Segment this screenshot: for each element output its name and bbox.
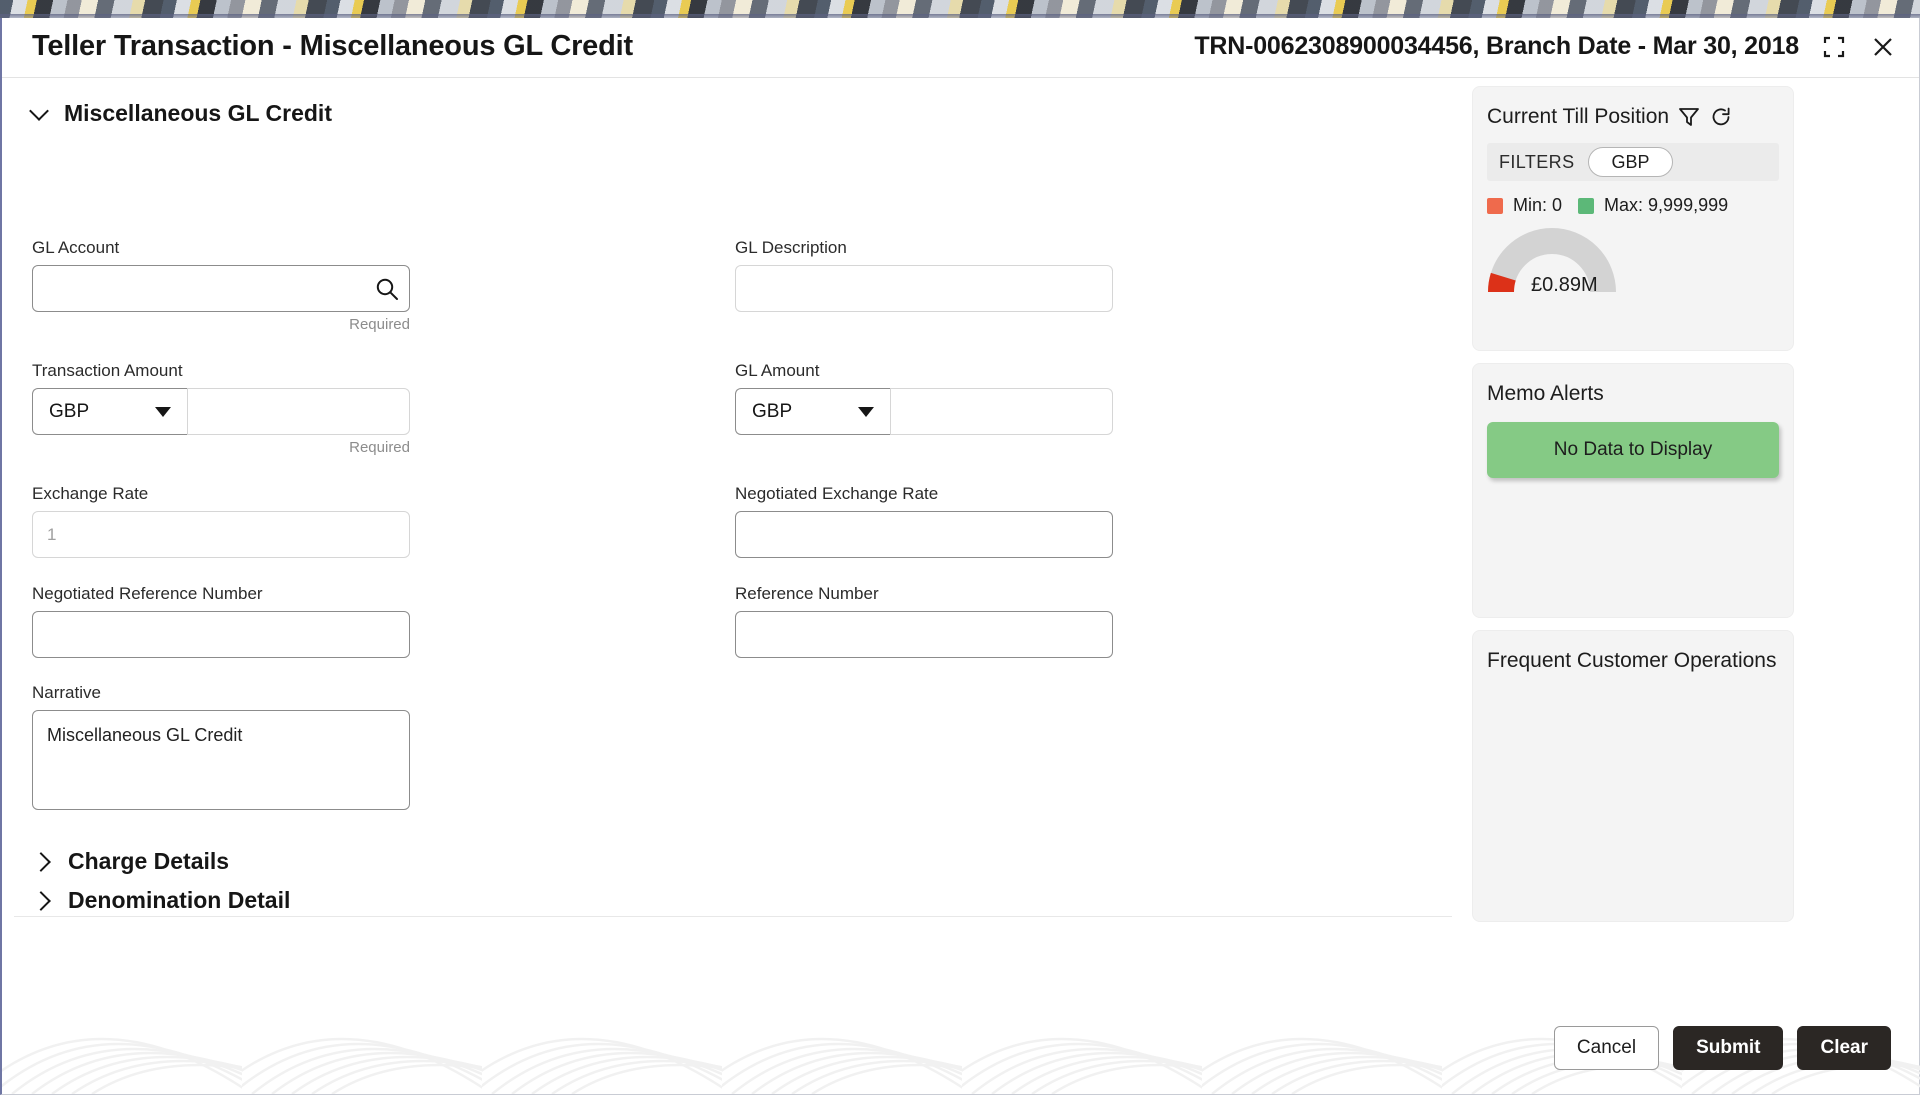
field-negotiated-reference-number: Negotiated Reference Number [32, 584, 410, 658]
window-header: Teller Transaction - Miscellaneous GL Cr… [2, 18, 1919, 78]
chevron-down-icon [858, 406, 874, 417]
negotiated-reference-number-input[interactable] [32, 611, 410, 658]
gl-account-label: GL Account [32, 238, 120, 257]
submit-button[interactable]: Submit [1673, 1026, 1784, 1070]
filters-label: FILTERS [1499, 151, 1575, 172]
chevron-down-icon [155, 406, 171, 417]
negotiated-reference-number-label: Negotiated Reference Number [32, 584, 263, 603]
field-gl-description: GL Description [735, 238, 1113, 312]
footer-action-bar: Cancel Submit Clear [1553, 1026, 1891, 1070]
transaction-amount-label: Transaction Amount [32, 361, 183, 380]
window-body: Miscellaneous GL Credit GL Account Requi… [2, 78, 1920, 1094]
field-exchange-rate: Exchange Rate [32, 484, 410, 558]
till-filters-bar: FILTERS GBP [1487, 143, 1779, 181]
page-title: Teller Transaction - Miscellaneous GL Cr… [32, 30, 633, 62]
exchange-rate-label: Exchange Rate [32, 484, 149, 503]
transaction-reference: TRN-0062308900034456, Branch Date - Mar … [1194, 32, 1799, 60]
field-narrative: Narrative Miscellaneous GL Credit [32, 683, 410, 815]
transaction-form-panel: Miscellaneous GL Credit GL Account Requi… [2, 78, 1472, 1094]
field-reference-number: Reference Number [735, 584, 1113, 658]
denomination-detail-label: Denomination Detail [68, 887, 291, 913]
section-title: Miscellaneous GL Credit [64, 100, 332, 126]
till-gauge-legend: Min: 0 Max: 9,999,999 [1487, 195, 1779, 216]
gl-amount-row: GBP [735, 388, 1113, 435]
chevron-right-icon [31, 851, 51, 872]
header-right-group: TRN-0062308900034456, Branch Date - Mar … [1194, 32, 1897, 61]
application-window: Teller Transaction - Miscellaneous GL Cr… [0, 18, 1920, 1095]
reference-number-input[interactable] [735, 611, 1113, 658]
till-card-title: Current Till Position [1487, 105, 1670, 128]
field-negotiated-exchange-rate: Negotiated Exchange Rate [735, 484, 1113, 558]
chevron-right-icon [31, 890, 51, 911]
transaction-amount-input[interactable] [187, 388, 410, 435]
field-transaction-amount: Transaction Amount GBP Required [32, 361, 410, 456]
gl-amount-currency-select[interactable]: GBP [735, 388, 890, 435]
negotiated-exchange-rate-label: Negotiated Exchange Rate [735, 484, 939, 503]
gl-amount-label: GL Amount [735, 361, 820, 380]
section-header-miscellaneous-gl-credit[interactable]: Miscellaneous GL Credit [29, 100, 332, 127]
frequent-customer-operations-card: Frequent Customer Operations [1472, 630, 1794, 922]
gl-account-input[interactable] [32, 265, 410, 312]
gl-amount-currency-value: GBP [752, 400, 793, 422]
refresh-icon[interactable] [1709, 105, 1733, 129]
frequent-customer-operations-title: Frequent Customer Operations [1487, 649, 1777, 672]
till-card-header: Current Till Position [1487, 103, 1779, 131]
form-divider [14, 916, 1452, 917]
right-sidebar: Current Till Position FILTERS GBP Min: 0… [1472, 86, 1794, 934]
transaction-amount-currency-select[interactable]: GBP [32, 388, 187, 435]
narrative-textarea[interactable]: Miscellaneous GL Credit [32, 710, 410, 810]
search-icon[interactable] [374, 276, 400, 302]
charge-details-label: Charge Details [68, 848, 230, 874]
legend-min-label: Min: 0 [1513, 195, 1563, 215]
legend-swatch-max [1578, 197, 1595, 214]
gl-amount-input[interactable] [890, 388, 1113, 435]
narrative-label: Narrative [32, 683, 101, 702]
negotiated-exchange-rate-input[interactable] [735, 511, 1113, 558]
close-icon[interactable] [1869, 33, 1897, 61]
field-gl-amount: GL Amount GBP [735, 361, 1113, 435]
legend-max-label: Max: 9,999,999 [1604, 195, 1729, 215]
transaction-amount-row: GBP [32, 388, 410, 435]
restore-icon[interactable] [1821, 34, 1847, 60]
gl-account-input-wrap [32, 265, 410, 312]
memo-alerts-card: Memo Alerts No Data to Display [1472, 363, 1794, 618]
section-header-denomination-detail[interactable]: Denomination Detail [31, 887, 291, 914]
till-gauge-value: £0.89M [1531, 274, 1598, 296]
currency-filter-chip[interactable]: GBP [1588, 147, 1673, 177]
gl-description-label: GL Description [735, 238, 847, 257]
chevron-down-icon [29, 100, 49, 121]
memo-alerts-banner: No Data to Display [1487, 422, 1779, 478]
legend-swatch-min [1487, 197, 1503, 214]
section-header-charge-details[interactable]: Charge Details [31, 848, 230, 875]
memo-alerts-title: Memo Alerts [1487, 382, 1604, 405]
gl-account-required-note: Required [349, 316, 410, 333]
exchange-rate-input[interactable] [32, 511, 410, 558]
transaction-amount-currency-value: GBP [49, 400, 90, 422]
funnel-icon[interactable] [1677, 105, 1701, 129]
transaction-amount-required-note: Required [349, 439, 410, 456]
clear-button[interactable]: Clear [1797, 1026, 1891, 1070]
cancel-button[interactable]: Cancel [1553, 1026, 1660, 1070]
till-position-gauge: £0.89M [1487, 222, 1687, 312]
gl-description-input[interactable] [735, 265, 1113, 312]
reference-number-label: Reference Number [735, 584, 879, 603]
field-gl-account: GL Account Required [32, 238, 410, 333]
current-till-position-card: Current Till Position FILTERS GBP Min: 0… [1472, 86, 1794, 351]
